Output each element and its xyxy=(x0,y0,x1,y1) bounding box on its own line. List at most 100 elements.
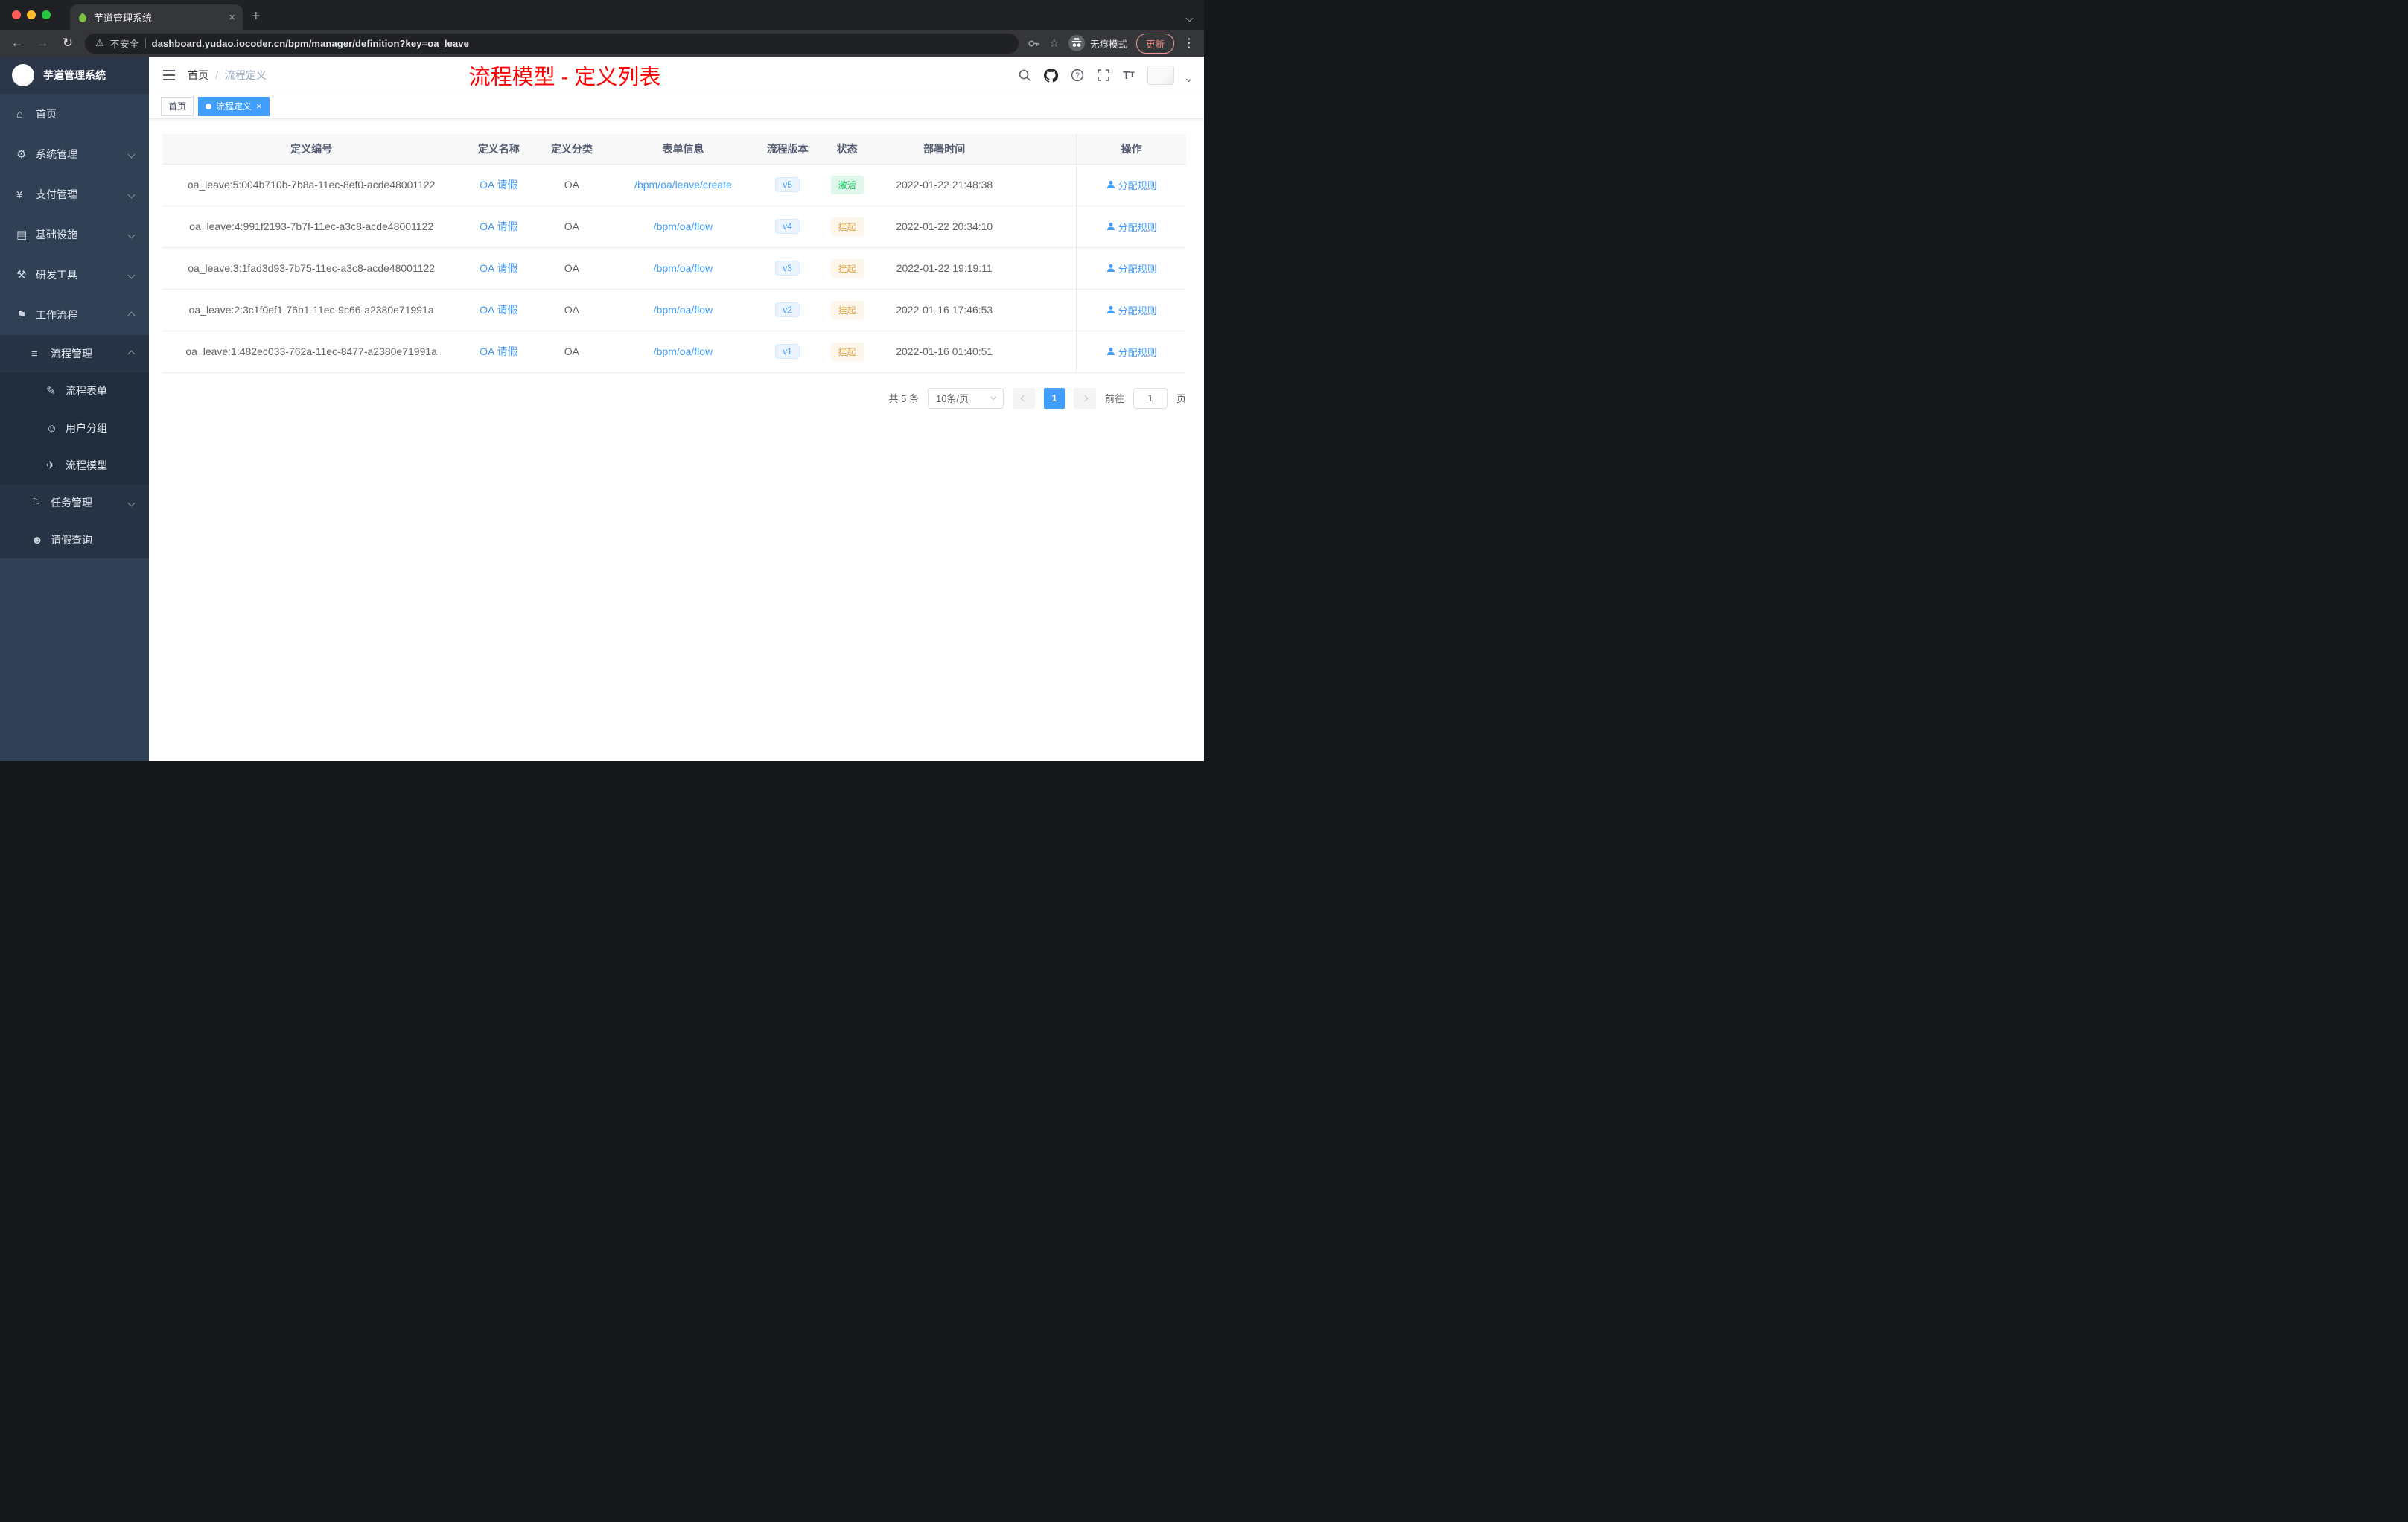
form-link[interactable]: /bpm/oa/flow xyxy=(654,346,713,357)
user-avatar[interactable] xyxy=(1147,66,1174,85)
sidebar-item-system-management[interactable]: ⚙ 系统管理 xyxy=(0,134,149,174)
column-header: 流程版本 xyxy=(759,134,815,165)
screen: 芋道管理系统 × + ← → ↻ ⚠ 不安全 dashboard.yudao.i… xyxy=(0,0,1204,761)
definition-name-link[interactable]: OA 请假 xyxy=(480,304,517,316)
logo-title: 芋道管理系统 xyxy=(43,69,106,81)
definition-name-link[interactable]: OA 请假 xyxy=(480,262,517,274)
sidebar-item-label: 支付管理 xyxy=(36,188,77,200)
sidebar-item-payment-management[interactable]: ¥ 支付管理 xyxy=(0,174,149,214)
breadcrumb-home[interactable]: 首页 xyxy=(188,68,208,83)
assign-rule-link[interactable]: 分配规则 xyxy=(1106,303,1157,317)
sidebar-item-infrastructure[interactable]: ▤ 基础设施 xyxy=(0,214,149,255)
form-link[interactable]: /bpm/oa/flow xyxy=(654,262,713,274)
incognito-label: 无痕模式 xyxy=(1089,39,1127,50)
help-icon[interactable]: ? xyxy=(1071,69,1084,82)
reload-icon[interactable]: ↻ xyxy=(60,36,76,51)
github-icon[interactable] xyxy=(1044,68,1059,83)
flag-icon: ⚐ xyxy=(31,497,42,509)
security-label: 不安全 xyxy=(109,38,139,50)
forward-icon[interactable]: → xyxy=(34,36,51,51)
spacer-cell xyxy=(1009,331,1077,373)
next-page-button[interactable] xyxy=(1073,387,1096,409)
status-badge: 挂起 xyxy=(830,258,864,278)
assign-rule-link[interactable]: 分配规则 xyxy=(1106,178,1157,192)
tab-title: 芋道管理系统 xyxy=(94,12,153,24)
sidebar-item-process-form[interactable]: ✎ 流程表单 xyxy=(0,372,149,410)
column-header: 定义分类 xyxy=(537,134,607,165)
definition-id-cell: oa_leave:1:482ec033-762a-11ec-8477-a2380… xyxy=(162,331,461,373)
sidebar-item-label: 用户分组 xyxy=(66,422,107,434)
assign-rule-link[interactable]: 分配规则 xyxy=(1106,220,1157,234)
incognito-icon xyxy=(1068,35,1085,51)
fullscreen-icon[interactable] xyxy=(1097,69,1110,82)
sidebar-item-task-management[interactable]: ⚐ 任务管理 xyxy=(0,484,149,521)
sidebar-item-process-model[interactable]: ✈ 流程模型 xyxy=(0,447,149,484)
new-tab-button[interactable]: + xyxy=(252,9,261,24)
tag-home[interactable]: 首页 xyxy=(161,96,194,116)
sidebar-item-dev-tools[interactable]: ⚒ 研发工具 xyxy=(0,255,149,295)
hamburger-icon[interactable] xyxy=(162,69,176,81)
column-header: 状态 xyxy=(815,134,879,165)
sidebar-item-workflow[interactable]: ⚑ 工作流程 xyxy=(0,295,149,335)
window-controls xyxy=(7,0,60,30)
active-dot-icon xyxy=(206,103,212,109)
category-cell: OA xyxy=(537,289,607,331)
goto-page-input[interactable] xyxy=(1133,387,1168,409)
page-number-button[interactable]: 1 xyxy=(1043,387,1065,409)
update-button[interactable]: 更新 xyxy=(1135,33,1174,54)
sidebar-logo[interactable]: 芋道管理系统 xyxy=(0,57,149,94)
tab-close-icon[interactable]: × xyxy=(229,12,235,23)
page-size-select[interactable]: 10条/页 xyxy=(927,387,1004,409)
sidebar-item-leave-query[interactable]: ☻ 请假查询 xyxy=(0,521,149,558)
avatar-caret-icon[interactable] xyxy=(1185,76,1192,82)
status-badge: 挂起 xyxy=(830,300,864,319)
tab-search-icon[interactable] xyxy=(1185,14,1194,22)
zoom-window-button[interactable] xyxy=(42,10,51,19)
sidebar-item-process-management[interactable]: ≡ 流程管理 xyxy=(0,335,149,372)
sidebar-item-user-group[interactable]: ☺ 用户分组 xyxy=(0,410,149,447)
sidebar-item-label: 基础设施 xyxy=(36,229,77,241)
assign-rule-link[interactable]: 分配规则 xyxy=(1106,345,1157,359)
definition-name-link[interactable]: OA 请假 xyxy=(480,346,517,357)
form-link[interactable]: /bpm/oa/leave/create xyxy=(634,179,732,191)
browser-tab[interactable]: 芋道管理系统 × xyxy=(70,4,243,30)
back-icon[interactable]: ← xyxy=(9,36,25,51)
url-divider xyxy=(144,38,146,48)
definition-id-cell: oa_leave:5:004b710b-7b8a-11ec-8ef0-acde4… xyxy=(162,164,461,206)
definition-table: 定义编号 定义名称 定义分类 表单信息 流程版本 状态 部署时间 操作 oa_l… xyxy=(162,134,1186,373)
search-icon[interactable] xyxy=(1018,69,1031,82)
app-header: 首页 / 流程定义 流程模型 - 定义列表 ? T T xyxy=(149,57,1204,94)
person-icon xyxy=(1106,222,1115,230)
chevron-down-icon xyxy=(127,499,136,506)
sidebar-item-label: 首页 xyxy=(36,108,57,120)
url-text: dashboard.yudao.iocoder.cn/bpm/manager/d… xyxy=(151,37,469,49)
status-badge: 激活 xyxy=(830,175,864,194)
person-icon xyxy=(1106,305,1115,313)
chevron-right-icon xyxy=(1081,395,1089,401)
assign-rule-link[interactable]: 分配规则 xyxy=(1106,261,1157,276)
close-window-button[interactable] xyxy=(12,10,21,19)
definition-name-link[interactable]: OA 请假 xyxy=(480,179,517,191)
sidebar-item-home[interactable]: ⌂ 首页 xyxy=(0,94,149,134)
chevron-down-icon xyxy=(127,271,136,278)
page-size-value: 10条/页 xyxy=(935,393,969,404)
key-icon[interactable] xyxy=(1028,37,1040,50)
list-icon: ≡ xyxy=(31,347,38,360)
prev-page-button[interactable] xyxy=(1012,387,1035,409)
form-link[interactable]: /bpm/oa/flow xyxy=(654,220,713,232)
sidebar-item-label: 工作流程 xyxy=(36,309,77,321)
sidebar-item-label: 请假查询 xyxy=(51,534,92,546)
tags-bar: 首页 流程定义 × xyxy=(149,94,1204,119)
goto-label: 前往 xyxy=(1104,393,1124,404)
deploy-time-cell: 2022-01-16 17:46:53 xyxy=(879,289,1010,331)
browser-menu-icon[interactable]: ⋮ xyxy=(1183,36,1195,51)
bookmark-star-icon[interactable]: ☆ xyxy=(1049,36,1060,51)
form-link[interactable]: /bpm/oa/flow xyxy=(654,304,713,316)
table-row: oa_leave:2:3c1f0ef1-76b1-11ec-9c66-a2380… xyxy=(162,289,1186,331)
tag-close-icon[interactable]: × xyxy=(256,101,262,111)
minimize-window-button[interactable] xyxy=(27,10,36,19)
font-size-icon[interactable]: TT xyxy=(1123,69,1135,82)
address-bar[interactable]: ⚠ 不安全 dashboard.yudao.iocoder.cn/bpm/man… xyxy=(85,33,1019,54)
definition-name-link[interactable]: OA 请假 xyxy=(480,220,517,232)
tag-process-definition[interactable]: 流程定义 × xyxy=(198,96,270,116)
